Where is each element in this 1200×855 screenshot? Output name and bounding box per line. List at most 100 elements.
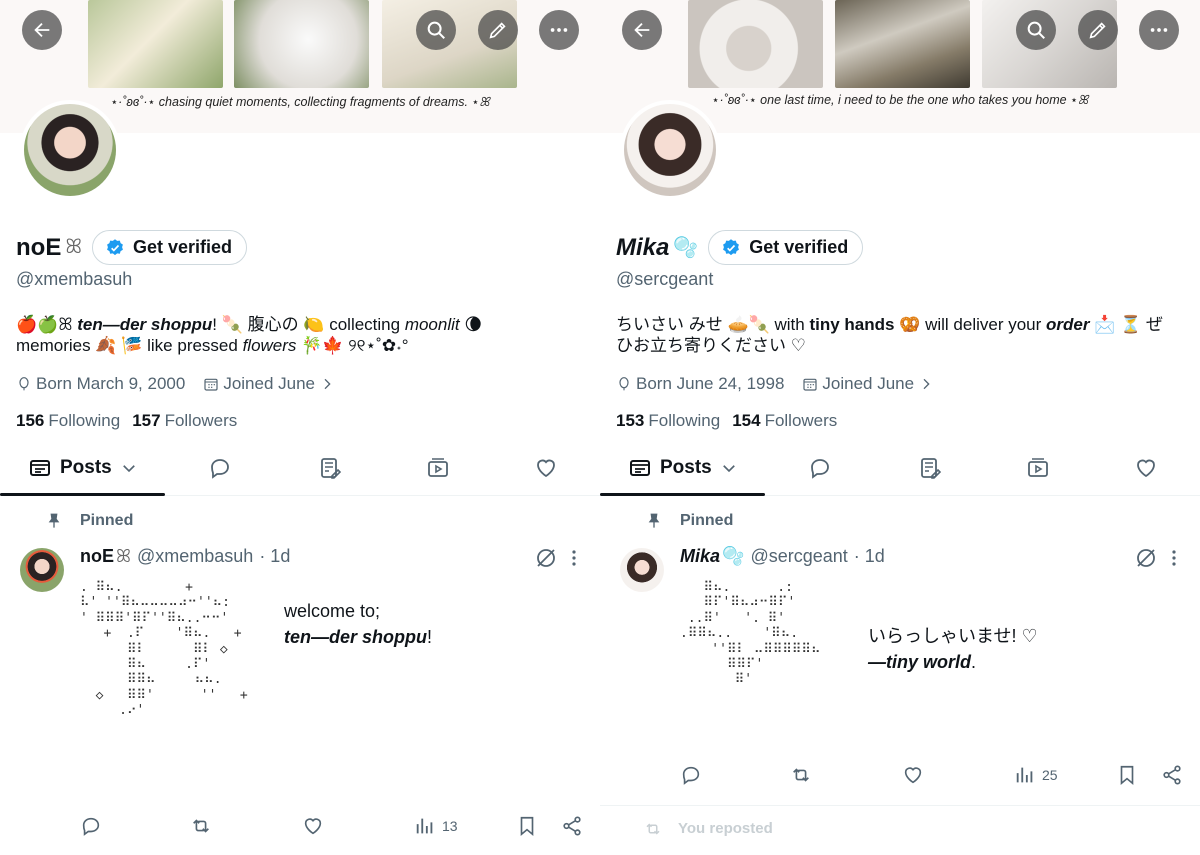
tweet-actions: 25 (600, 764, 1200, 794)
tab-media[interactable] (414, 440, 462, 496)
tab-posts[interactable]: Posts (28, 440, 138, 496)
tweet-line: いらっしゃいませ! ♡ (868, 626, 1038, 646)
more-horizontal-icon (550, 28, 568, 32)
tweet-header: Mika 🫧 @sercgeant · 1d (680, 546, 885, 567)
tab-replies[interactable] (796, 440, 844, 496)
views-button[interactable]: 13 (414, 815, 458, 837)
tweet-timestamp[interactable]: · 1d (259, 546, 290, 567)
get-verified-button[interactable]: Get verified (708, 230, 864, 265)
search-button[interactable] (1016, 10, 1056, 50)
reply-button[interactable] (680, 764, 702, 786)
share-button[interactable] (1161, 764, 1183, 786)
banner-photo-swans (835, 0, 970, 88)
pin-icon (648, 513, 660, 528)
pinned-indicator: Pinned (646, 512, 733, 530)
tab-likes[interactable] (1122, 440, 1170, 496)
chevron-right-icon (923, 378, 930, 390)
tab-replies[interactable] (196, 440, 244, 496)
like-button[interactable] (902, 764, 924, 786)
banner-photo-ceramics (688, 0, 823, 88)
joined-date[interactable]: Joined June (802, 374, 934, 394)
tab-media[interactable] (1014, 440, 1062, 496)
banner-photo-cat (234, 0, 369, 88)
calendar-icon (803, 378, 818, 391)
tweet-author-name[interactable]: noE (80, 546, 114, 567)
bio-emphasis: moonlit (404, 315, 460, 334)
bookmark-button[interactable] (1116, 764, 1138, 786)
article-icon (921, 458, 942, 479)
tab-articles[interactable] (906, 440, 954, 496)
balloon-icon (19, 377, 29, 391)
tweet-author-handle[interactable]: @xmembasuh (137, 546, 253, 567)
following-link[interactable]: 156 Following (16, 411, 120, 431)
reply-icon (82, 817, 100, 836)
views-button[interactable]: 25 (1014, 764, 1058, 786)
profile-avatar[interactable] (620, 100, 720, 200)
tab-likes[interactable] (522, 440, 570, 496)
pin-icon (48, 513, 60, 528)
tweet-timestamp[interactable]: · 1d (854, 546, 885, 567)
bio-text: 📩 ⏳ ぜ (1089, 315, 1164, 334)
heart-icon (904, 767, 922, 784)
bio-text: ひお立ち寄りください ♡ (616, 336, 806, 355)
back-button[interactable] (22, 10, 62, 50)
reply-icon (682, 766, 700, 785)
tweet-author-handle[interactable]: @sercgeant (750, 546, 847, 567)
repost-button[interactable] (790, 764, 812, 786)
share-button[interactable] (561, 815, 583, 837)
active-tab-indicator (0, 493, 165, 496)
tweet-author-name[interactable]: Mika (680, 546, 720, 567)
bio-text: ! 🍡 腹心の 🍋 collecting (212, 315, 405, 334)
tweet-avatar[interactable] (620, 548, 664, 592)
active-tab-indicator (600, 493, 765, 496)
arrow-left-icon (34, 22, 50, 38)
tab-articles[interactable] (306, 440, 354, 496)
more-options-button[interactable] (539, 10, 579, 50)
chevron-down-icon (122, 465, 135, 473)
tweet-more-icon[interactable] (1166, 548, 1182, 568)
profile-bio: ちいさい みせ 🥧🍡 with tiny hands 🥨 will delive… (616, 314, 1186, 356)
tweet-more-icon[interactable] (566, 548, 582, 568)
more-options-button[interactable] (1139, 10, 1179, 50)
heart-icon (304, 818, 322, 835)
tweet-emphasis: —tiny world (868, 652, 971, 672)
edit-button[interactable] (1078, 10, 1118, 50)
repost-button[interactable] (190, 815, 212, 837)
name-glyph: 🫧 (673, 237, 699, 259)
bio-emphasis: tiny hands (809, 315, 895, 334)
profile-meta: Born March 9, 2000 Joined June (16, 374, 335, 394)
followers-link[interactable]: 154 Followers (732, 411, 837, 431)
grok-icon[interactable] (534, 546, 558, 570)
tweet-name-glyph: ꕤ (116, 546, 131, 566)
name-row: noE ꕤ Get verified (16, 230, 248, 265)
joined-date[interactable]: Joined June (203, 374, 335, 394)
reply-button[interactable] (80, 815, 102, 837)
pencil-icon (1089, 22, 1106, 39)
back-button[interactable] (622, 10, 662, 50)
grok-icon[interactable] (1134, 546, 1158, 570)
profile-panel-left: ⋆·˚ʚɞ˚·⋆ chasing quiet moments, collecti… (0, 0, 600, 855)
tweet-actions: 13 (0, 815, 600, 845)
search-button[interactable] (416, 10, 456, 50)
profile-avatar[interactable] (20, 100, 120, 200)
following-link[interactable]: 153 Following (616, 411, 720, 431)
tab-posts[interactable]: Posts (628, 440, 738, 496)
chevron-right-icon (324, 378, 331, 390)
edit-button[interactable] (478, 10, 518, 50)
bookmark-button[interactable] (516, 815, 538, 837)
share-icon (1163, 765, 1181, 785)
reply-icon (211, 459, 229, 479)
profile-tabs: Posts (0, 440, 600, 496)
birthdate-text: Born March 9, 2000 (36, 374, 186, 393)
tweet-avatar[interactable] (20, 548, 64, 592)
followers-link[interactable]: 157 Followers (132, 411, 237, 431)
name-glyph: ꕤ (65, 236, 82, 258)
search-icon (1027, 21, 1045, 39)
get-verified-button[interactable]: Get verified (91, 230, 248, 265)
like-button[interactable] (302, 815, 324, 837)
name-row: Mika 🫧 Get verified (616, 230, 864, 265)
bio-text: 🍎🍏ꕤ (16, 315, 78, 334)
pinned-label: Pinned (80, 512, 134, 529)
tweet-shop-name: ten—der shoppu (284, 627, 427, 647)
pinned-indicator: Pinned (46, 512, 133, 530)
